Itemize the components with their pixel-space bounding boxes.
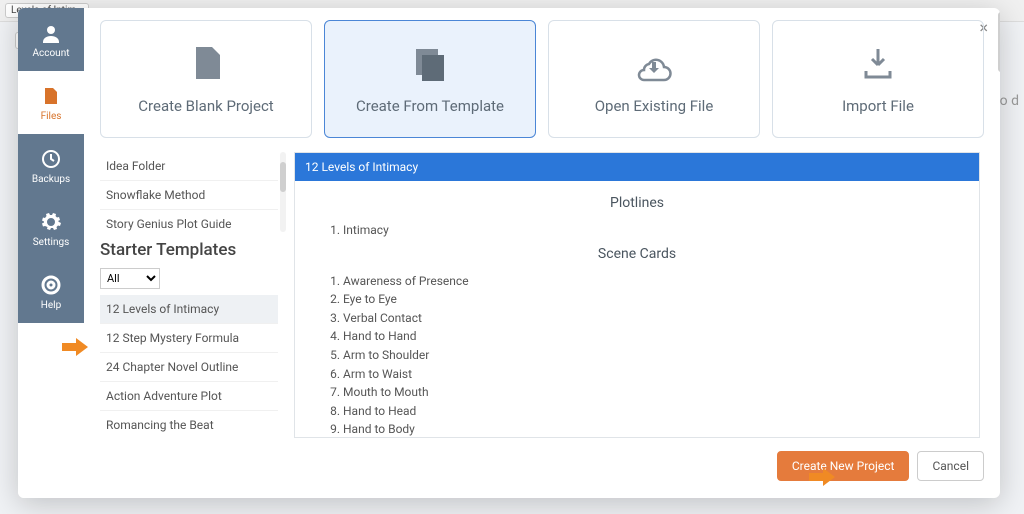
- list-item: Intimacy: [343, 221, 959, 240]
- preview-plotlines-heading: Plotlines: [315, 195, 959, 211]
- list-item: Mouth to Mouth: [343, 383, 959, 402]
- clock-icon: [40, 148, 62, 170]
- annotation-arrow-icon: [809, 468, 835, 486]
- left-tab-label: Backups: [32, 174, 70, 185]
- create-new-project-button[interactable]: Create New Project: [777, 451, 910, 481]
- file-icon: [40, 85, 62, 107]
- list-item: Eye to Eye: [343, 290, 959, 309]
- left-tab-help[interactable]: Help: [18, 260, 84, 323]
- list-item: Hand to Head: [343, 402, 959, 421]
- card-label: Create Blank Project: [138, 97, 273, 115]
- list-item: Arm to Shoulder: [343, 346, 959, 365]
- cancel-button[interactable]: Cancel: [917, 451, 984, 481]
- user-icon: [40, 22, 62, 44]
- card-label: Open Existing File: [595, 97, 714, 115]
- copy-icon: [410, 43, 450, 87]
- starter-templates-heading: Starter Templates: [100, 232, 278, 264]
- list-item: Hand to Body: [343, 420, 959, 437]
- template-item[interactable]: Action Adventure Plot: [100, 382, 278, 411]
- card-create-from-template[interactable]: Create From Template: [324, 20, 536, 138]
- left-tab-label: Help: [41, 300, 61, 311]
- new-project-modal: × AccountFilesBackupsSettingsHelp Create…: [18, 8, 1000, 498]
- action-cards-row: Create Blank Project Create From Template…: [100, 20, 984, 138]
- template-list-panel: Idea FolderSnowflake MethodStory Genius …: [100, 152, 278, 438]
- template-preview: 12 Levels of Intimacy Plotlines Intimacy…: [294, 152, 980, 438]
- doc-icon: [186, 43, 226, 87]
- left-tab-settings[interactable]: Settings: [18, 197, 84, 260]
- import-icon: [858, 43, 898, 87]
- left-tab-label: Account: [32, 48, 69, 59]
- left-tab-account[interactable]: Account: [18, 8, 84, 71]
- life-icon: [40, 274, 62, 296]
- template-item[interactable]: Romancing the Beat: [100, 411, 278, 438]
- template-item[interactable]: Idea Folder: [100, 152, 278, 181]
- plotlines-list: Intimacy: [315, 221, 959, 240]
- left-tab-label: Files: [41, 111, 62, 122]
- template-item[interactable]: 12 Levels of Intimacy: [100, 295, 278, 324]
- list-scrollbar[interactable]: [280, 152, 286, 232]
- left-tab-label: Settings: [33, 237, 70, 248]
- preview-body: Plotlines Intimacy Scene Cards Awareness…: [295, 181, 979, 437]
- cloud-icon: [634, 43, 674, 87]
- template-item[interactable]: 12 Step Mystery Formula: [100, 324, 278, 353]
- template-item[interactable]: Story Genius Plot Guide: [100, 210, 278, 232]
- modal-footer: Create New Project Cancel: [100, 446, 984, 486]
- left-tab-backups[interactable]: Backups: [18, 134, 84, 197]
- list-item: Hand to Hand: [343, 327, 959, 346]
- list-item: Verbal Contact: [343, 309, 959, 328]
- card-import-file[interactable]: Import File: [772, 20, 984, 138]
- card-create-blank-project[interactable]: Create Blank Project: [100, 20, 312, 138]
- list-item: Arm to Waist: [343, 365, 959, 384]
- preview-scenecards-heading: Scene Cards: [315, 246, 959, 262]
- list-item: Awareness of Presence: [343, 272, 959, 291]
- preview-title: 12 Levels of Intimacy: [295, 153, 979, 181]
- card-open-existing-file[interactable]: Open Existing File: [548, 20, 760, 138]
- modal-main: Create Blank Project Create From Template…: [84, 8, 1000, 498]
- scene-cards-list: Awareness of PresenceEye to EyeVerbal Co…: [315, 272, 959, 437]
- card-label: Create From Template: [356, 97, 504, 115]
- gear-icon: [40, 211, 62, 233]
- modal-left-tabs: Account Files Backups Settings Help: [18, 8, 84, 498]
- template-item[interactable]: 24 Chapter Novel Outline: [100, 353, 278, 382]
- template-filter-select[interactable]: All: [100, 268, 160, 289]
- left-tab-files[interactable]: Files: [18, 71, 84, 134]
- card-label: Import File: [842, 97, 914, 115]
- template-item[interactable]: Snowflake Method: [100, 181, 278, 210]
- annotation-arrow-icon: [62, 338, 88, 356]
